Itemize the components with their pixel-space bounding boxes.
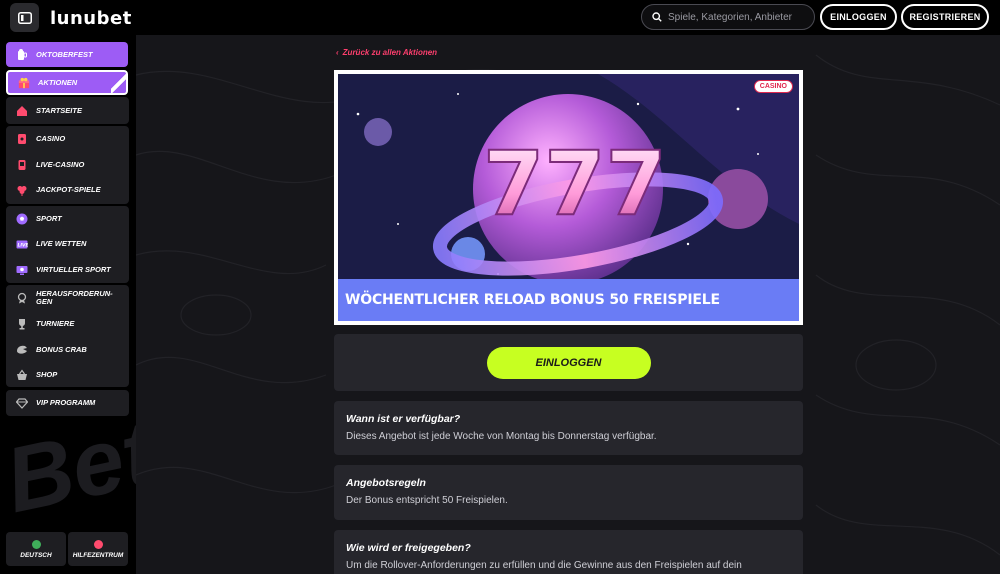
sidebar-item-oktoberfest[interactable]: OKTOBERFEST	[6, 42, 128, 67]
virtual-sport-icon	[16, 264, 28, 276]
search-box[interactable]	[641, 4, 815, 30]
svg-text:LIVE: LIVE	[18, 242, 29, 248]
chevron-left-icon: ‹	[336, 48, 339, 57]
promo-banner[interactable]: 777 CASINO WÖCHENTLICHER RELOAD BONUS 50…	[334, 70, 803, 325]
sidebar-item-label: SHOP	[36, 370, 58, 379]
sidebar-item-label: HERAUSFORDERUN-GEN	[36, 288, 113, 306]
sidebar-item-label: TURNIERE	[36, 319, 75, 328]
home-icon	[16, 105, 28, 117]
sidebar-item-label: JACKPOT-SPIELE	[36, 185, 101, 194]
language-selector[interactable]: DEUTSCH	[6, 532, 66, 566]
banner-title: WÖCHENTLICHER RELOAD BONUS 50 FREISPIELE	[338, 279, 799, 321]
sidebar-item-label: BONUS CRAB	[36, 345, 87, 354]
sidebar-item-casino[interactable]: CASINO	[6, 126, 128, 151]
category-badge: CASINO	[753, 80, 793, 93]
clover-icon	[16, 184, 28, 196]
section-title: Angebotsregeln	[346, 477, 426, 489]
sidebar-item-herausforderungen[interactable]: HERAUSFORDERUN-GEN	[6, 286, 128, 310]
sidebar-item-bonus-crab[interactable]: BONUS CRAB	[6, 337, 128, 362]
sidebar-item-live-casino[interactable]: LIVE-CASINO	[6, 152, 128, 177]
sidebar-item-virtueller-sport[interactable]: VIRTUELLER SPORT	[6, 257, 128, 282]
help-center-button[interactable]: HILFEZENTRUM	[68, 532, 128, 566]
brand-logo[interactable]: lunubet	[50, 8, 132, 29]
sidebar-item-turniere[interactable]: TURNIERE	[6, 311, 128, 336]
language-label: DEUTSCH	[20, 551, 52, 559]
sidebar-item-label: VIRTUELLER SPORT	[36, 265, 111, 274]
crab-icon	[16, 344, 28, 356]
sidebar-item-shop[interactable]: SHOP	[6, 362, 128, 387]
sidebar-item-label: OKTOBERFEST	[36, 50, 93, 59]
login-panel: EINLOGGEN	[334, 334, 803, 391]
header-register-button[interactable]: REGISTRIEREN	[901, 4, 989, 30]
live-bet-icon: LIVE	[16, 238, 28, 250]
help-icon	[93, 539, 103, 549]
beer-icon	[16, 48, 28, 61]
sidebar-item-label: LIVE-CASINO	[36, 160, 85, 169]
top-header: lunubet EINLOGGEN REGISTRIEREN	[0, 0, 1000, 35]
info-section-release: Wie wird er freigegeben? Um die Rollover…	[334, 530, 803, 574]
sidebar-item-aktionen[interactable]: AKTIONEN	[6, 70, 128, 95]
back-link-label: Zurück zu allen Aktionen	[342, 48, 438, 57]
help-label: HILFEZENTRUM	[72, 551, 124, 559]
sidebar-item-label: SPORT	[36, 214, 62, 223]
sidebar-item-live-wetten[interactable]: LIVE LIVE WETTEN	[6, 231, 128, 256]
section-text: Der Bonus entspricht 50 Freispielen.	[346, 495, 508, 506]
live-casino-icon	[16, 159, 28, 171]
sidebar-item-startseite[interactable]: STARTSEITE	[6, 98, 128, 123]
sidebar-item-label: VIP PROGRAMM	[36, 398, 96, 407]
globe-icon	[31, 539, 41, 549]
sidebar-item-label: STARTSEITE	[36, 106, 82, 115]
diamond-icon	[16, 397, 28, 409]
trophy-icon	[16, 318, 28, 330]
active-stripe-decoration	[111, 72, 127, 93]
sidebar-item-sport[interactable]: SPORT	[6, 206, 128, 231]
cards-icon	[16, 133, 28, 145]
sidebar-item-label: LIVE WETTEN	[36, 239, 87, 248]
soccer-ball-icon	[16, 213, 28, 225]
section-text: Dieses Angebot ist jede Woche von Montag…	[346, 431, 657, 442]
info-section-availability: Wann ist er verfügbar? Dieses Angebot is…	[334, 401, 803, 455]
medal-icon	[16, 292, 28, 304]
promo-banner-image: 777 CASINO WÖCHENTLICHER RELOAD BONUS 50…	[338, 74, 799, 321]
sidebar-item-vip[interactable]: VIP PROGRAMM	[6, 390, 128, 415]
search-icon	[652, 12, 662, 22]
basket-icon	[16, 368, 28, 381]
sidebar-item-jackpot[interactable]: JACKPOT-SPIELE	[6, 177, 128, 202]
section-title: Wie wird er freigegeben?	[346, 542, 471, 554]
sidebar-item-label: CASINO	[36, 134, 66, 143]
section-text: Um die Rollover-Anforderungen zu erfülle…	[346, 560, 742, 571]
section-title: Wann ist er verfügbar?	[346, 413, 461, 425]
sidebar-icon	[17, 11, 32, 24]
sidebar-toggle-button[interactable]	[10, 3, 39, 32]
back-to-promotions-link[interactable]: ‹ Zurück zu allen Aktionen	[336, 48, 437, 57]
info-section-rules: Angebotsregeln Der Bonus entspricht 50 F…	[334, 465, 803, 520]
sidebar-item-label: AKTIONEN	[38, 78, 78, 87]
search-input[interactable]	[668, 11, 808, 23]
header-login-button[interactable]: EINLOGGEN	[820, 4, 897, 30]
promo-login-button[interactable]: EINLOGGEN	[486, 346, 651, 379]
gift-icon	[18, 77, 30, 89]
banner-777-text: 777	[483, 132, 667, 235]
